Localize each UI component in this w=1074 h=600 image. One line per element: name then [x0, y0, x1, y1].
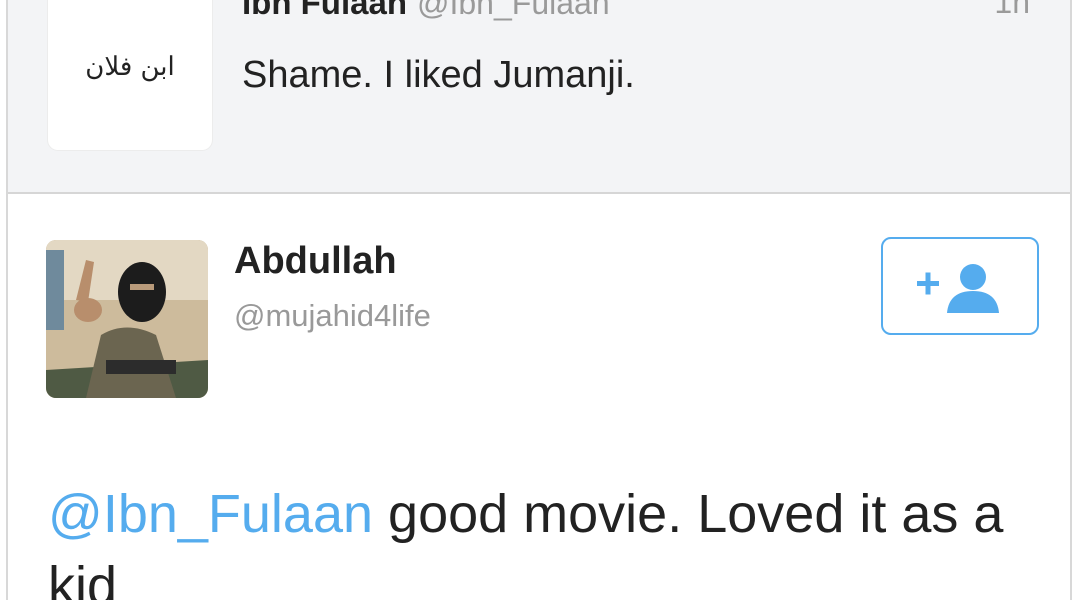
reply-author-name[interactable]: Ibn Fulaan — [242, 0, 407, 21]
follow-button[interactable] — [881, 237, 1039, 335]
reply-text: Shame. I liked Jumanji. — [242, 54, 635, 96]
right-border — [1070, 0, 1072, 600]
main-tweet: Abdullah @mujahid4life @Ibn_Fulaan good … — [8, 194, 1070, 600]
add-user-icon — [917, 264, 999, 313]
reply-avatar[interactable]: ابن فلان — [48, 0, 212, 150]
avatar-text: ابن فلان — [85, 52, 175, 82]
reply-author-handle[interactable]: @Ibn_Fulaan — [417, 0, 610, 21]
avatar-photo — [46, 240, 208, 398]
tweet-text: @Ibn_Fulaan good movie. Loved it as a ki… — [48, 478, 1048, 600]
author-handle[interactable]: @mujahid4life — [234, 298, 431, 334]
left-border — [6, 0, 8, 600]
twitter-timeline: ابن فلان Ibn Fulaan @Ibn_Fulaan 1h Shame.… — [0, 0, 1074, 600]
reply-tweet[interactable]: ابن فلان Ibn Fulaan @Ibn_Fulaan 1h Shame.… — [8, 0, 1070, 194]
reply-header: Ibn Fulaan @Ibn_Fulaan — [242, 0, 610, 22]
mention-link[interactable]: @Ibn_Fulaan — [48, 484, 373, 544]
avatar[interactable] — [46, 240, 208, 398]
author-name[interactable]: Abdullah — [234, 240, 397, 283]
reply-timestamp[interactable]: 1h — [994, 0, 1030, 21]
